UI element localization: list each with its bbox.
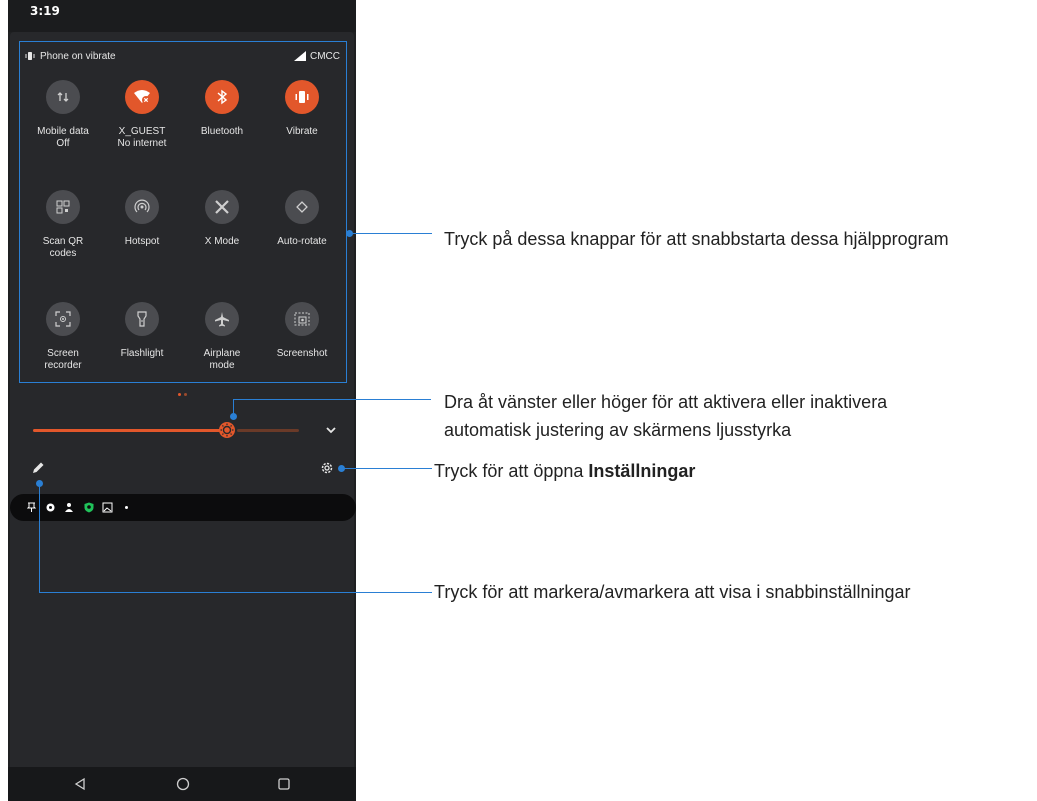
tile-screenshot[interactable]: Screenshot — [262, 302, 342, 360]
airplane-icon — [205, 302, 239, 336]
vibrate-status-text: Phone on vibrate — [40, 50, 116, 62]
mobile-data-icon — [46, 80, 80, 114]
tile-flashlight[interactable]: Flashlight — [102, 302, 182, 360]
tile-vibrate[interactable]: Vibrate — [262, 80, 342, 138]
callout-settings-bold: Inställningar — [588, 461, 696, 481]
callout-line-edit-h — [39, 592, 432, 593]
callout-tiles-text: Tryck på dessa knappar för att snabbstar… — [444, 229, 949, 249]
callout-line-brightness-h — [233, 399, 431, 400]
tile-label: Bluetooth — [200, 126, 244, 137]
carrier-name: CMCC — [310, 50, 340, 62]
callout-line-settings — [342, 468, 432, 469]
shield-icon — [83, 502, 94, 513]
home-icon[interactable] — [175, 776, 191, 792]
gear-icon[interactable] — [320, 461, 334, 475]
pin-icon — [26, 502, 37, 513]
tile-label: Flashlight — [120, 348, 164, 359]
brightness-sun-icon[interactable] — [218, 421, 236, 439]
tile-label: Screenshot — [276, 348, 328, 359]
tile-sublabel: codes — [49, 248, 77, 259]
page-indicator — [178, 393, 187, 396]
tile-label: X_GUEST — [118, 126, 166, 137]
tile-x-mode[interactable]: X Mode — [182, 190, 262, 248]
tile-label: Hotspot — [124, 236, 160, 247]
navigation-bar — [8, 767, 356, 801]
callout-line-edit-v — [39, 483, 40, 592]
hotspot-icon — [125, 190, 159, 224]
image-icon — [102, 502, 113, 513]
carrier-status: CMCC — [294, 49, 340, 63]
tile-sublabel: No internet — [117, 138, 167, 149]
back-icon[interactable] — [72, 776, 88, 792]
tile-sublabel: Off — [56, 138, 70, 149]
chevron-down-icon[interactable] — [324, 424, 338, 436]
callout-line-tiles — [350, 233, 432, 234]
tile-airplane[interactable]: Airplane mode — [182, 302, 262, 372]
page-dot-active — [178, 393, 181, 396]
tile-screen-recorder[interactable]: Screen recorder — [23, 302, 103, 372]
vibrate-icon — [285, 80, 319, 114]
tile-label: Mobile data — [37, 126, 89, 137]
person-pin-icon — [64, 502, 75, 513]
brightness-fill — [33, 429, 221, 432]
notification-icon-strip[interactable] — [10, 494, 356, 521]
wifi-icon — [125, 80, 159, 114]
tile-label: Auto-rotate — [277, 236, 327, 247]
tile-sublabel: mode — [209, 360, 235, 371]
brightness-track — [237, 429, 299, 432]
callout-line-brightness-v — [233, 399, 234, 415]
callout-settings-prefix: Tryck för att öppna — [434, 461, 589, 481]
callout-brightness-line1: Dra åt vänster eller höger för att aktiv… — [444, 392, 888, 412]
tile-auto-rotate[interactable]: Auto-rotate — [262, 190, 342, 248]
tile-scan-qr[interactable]: Scan QR codes — [23, 190, 103, 260]
page-dot — [184, 393, 187, 396]
tile-label: Vibrate — [286, 126, 318, 137]
dot-icon — [121, 502, 132, 513]
x-mode-icon — [205, 190, 239, 224]
callout-edit-text: Tryck för att markera/avmarkera att visa… — [434, 582, 911, 602]
tile-hotspot[interactable]: Hotspot — [102, 190, 182, 248]
status-bar: 3:19 — [8, 0, 356, 32]
callout-settings-text: Tryck för att öppna Inställningar — [434, 459, 695, 483]
tile-wifi[interactable]: X_GUEST No internet — [102, 80, 182, 150]
tile-mobile-data[interactable]: Mobile data Off — [23, 80, 103, 150]
callout-brightness-line2: automatisk justering av skärmens ljussty… — [444, 420, 792, 440]
auto-rotate-icon — [285, 190, 319, 224]
screen-recorder-icon — [46, 302, 80, 336]
recents-icon[interactable] — [276, 776, 292, 792]
brightness-slider[interactable] — [33, 422, 299, 438]
gear-icon — [45, 502, 56, 513]
tile-label: X Mode — [204, 236, 240, 247]
vibrate-status: Phone on vibrate — [25, 49, 116, 63]
clock: 3:19 — [30, 4, 60, 18]
screenshot-icon — [285, 302, 319, 336]
edit-pencil-icon[interactable] — [31, 461, 45, 475]
tile-sublabel: recorder — [44, 360, 82, 371]
bluetooth-icon — [205, 80, 239, 114]
tile-label: Scan QR — [42, 236, 84, 247]
qr-code-icon — [46, 190, 80, 224]
tile-bluetooth[interactable]: Bluetooth — [182, 80, 262, 138]
tile-label: Airplane — [203, 348, 241, 359]
flashlight-icon — [125, 302, 159, 336]
vibrate-small-icon — [25, 52, 35, 60]
tile-label: Screen — [47, 348, 79, 359]
signal-icon — [294, 51, 306, 61]
